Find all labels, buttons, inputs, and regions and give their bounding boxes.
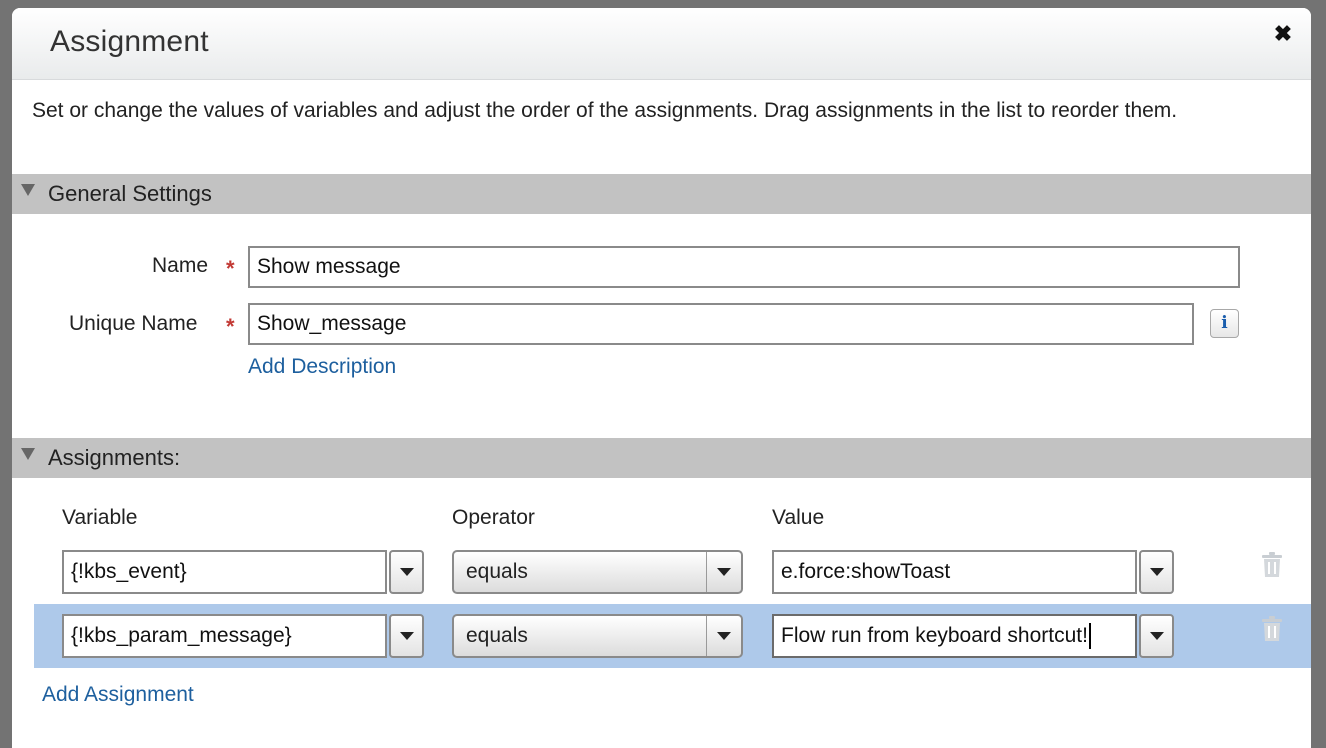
assignments-title: Assignments: bbox=[48, 445, 181, 470]
name-input[interactable]: Show message bbox=[248, 246, 1240, 288]
info-icon[interactable]: i bbox=[1210, 309, 1239, 338]
variable-input[interactable]: {!kbs_event} bbox=[62, 550, 387, 594]
select-divider bbox=[706, 552, 707, 592]
variable-dropdown-button[interactable] bbox=[389, 614, 424, 658]
operator-value: equals bbox=[466, 624, 528, 647]
dropdown-arrow-icon bbox=[400, 632, 414, 640]
operator-select[interactable]: equals bbox=[452, 614, 743, 658]
name-label: Name bbox=[152, 254, 209, 277]
operator-value: equals bbox=[466, 560, 528, 583]
dropdown-arrow-icon bbox=[1150, 632, 1164, 640]
operator-select[interactable]: equals bbox=[452, 550, 743, 594]
general-settings-title: General Settings bbox=[48, 181, 212, 206]
assignments-header[interactable]: Assignments: bbox=[12, 438, 1311, 478]
dialog-intro-text: Set or change the values of variables an… bbox=[32, 99, 1178, 122]
operator-column-header: Operator bbox=[452, 506, 535, 529]
value-dropdown-button[interactable] bbox=[1139, 550, 1174, 594]
value-column-header: Value bbox=[772, 506, 825, 529]
variable-column-header: Variable bbox=[62, 506, 138, 529]
select-divider bbox=[706, 616, 707, 656]
text-caret bbox=[1088, 623, 1091, 650]
collapse-triangle-icon[interactable] bbox=[21, 184, 35, 196]
variable-dropdown-button[interactable] bbox=[389, 550, 424, 594]
trash-icon[interactable] bbox=[1260, 616, 1284, 642]
variable-input[interactable]: {!kbs_param_message} bbox=[62, 614, 387, 658]
collapse-triangle-icon[interactable] bbox=[21, 448, 35, 460]
unique-name-required-icon: * bbox=[226, 314, 235, 339]
dialog-title: Assignment bbox=[50, 25, 209, 58]
assignment-dialog: Assignment ✖ Set or change the values of… bbox=[12, 8, 1311, 748]
add-description-link[interactable]: Add Description bbox=[248, 355, 396, 379]
name-required-icon: * bbox=[226, 256, 235, 281]
trash-icon[interactable] bbox=[1260, 552, 1284, 578]
dropdown-arrow-icon bbox=[1150, 568, 1164, 576]
general-settings-header[interactable]: General Settings bbox=[12, 174, 1311, 214]
value-input[interactable]: e.force:showToast bbox=[772, 550, 1137, 594]
dropdown-arrow-icon bbox=[717, 568, 731, 576]
unique-name-input[interactable]: Show_message bbox=[248, 303, 1194, 345]
value-dropdown-button[interactable] bbox=[1139, 614, 1174, 658]
dropdown-arrow-icon bbox=[400, 568, 414, 576]
value-input-text: Flow run from keyboard shortcut! bbox=[781, 624, 1088, 647]
dialog-titlebar: Assignment ✖ bbox=[12, 8, 1311, 80]
value-input-focused[interactable]: Flow run from keyboard shortcut! bbox=[772, 614, 1137, 658]
unique-name-label: Unique Name bbox=[69, 312, 198, 335]
dropdown-arrow-icon bbox=[717, 632, 731, 640]
add-assignment-link[interactable]: Add Assignment bbox=[42, 683, 194, 707]
close-icon[interactable]: ✖ bbox=[1273, 23, 1293, 45]
